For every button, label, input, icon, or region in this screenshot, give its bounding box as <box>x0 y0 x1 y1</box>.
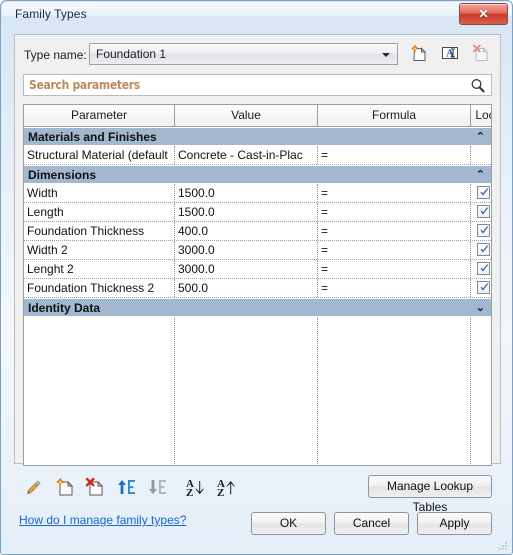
svg-text:Z: Z <box>217 487 224 499</box>
move-parameter-down-icon[interactable] <box>144 474 170 500</box>
window-title: Family Types <box>15 7 87 21</box>
lock-checkbox[interactable] <box>477 205 490 218</box>
cell-lock[interactable] <box>470 203 491 221</box>
manage-lookup-tables-button[interactable]: Manage Lookup Tables <box>368 475 492 514</box>
cell-parameter: Length <box>27 205 64 219</box>
sort-descending-icon[interactable]: A Z <box>182 474 208 500</box>
title-bar: Family Types ✕ <box>1 1 512 31</box>
cell-formula[interactable]: = <box>317 222 470 240</box>
rename-type-icon[interactable]: A <box>438 41 462 65</box>
column-divider <box>470 317 471 465</box>
cell-formula[interactable]: = <box>317 279 470 297</box>
group-name: Dimensions <box>28 168 97 182</box>
family-types-dialog: Family Types ✕ Type name: Foundation 1 A <box>0 0 513 555</box>
table-row[interactable]: Foundation Thickness 400.0 = <box>24 222 491 241</box>
help-link[interactable]: How do I manage family types? <box>19 513 186 527</box>
cell-formula[interactable]: = <box>317 146 470 164</box>
cell-formula[interactable]: = <box>317 184 470 202</box>
cell-value[interactable]: 1500.0 <box>174 184 317 202</box>
group-header-row[interactable]: Materials and Finishes ⌃ <box>24 127 491 146</box>
parameters-grid[interactable]: Parameter Value Formula Lock Materials a… <box>23 104 492 466</box>
cell-lock[interactable] <box>470 279 491 297</box>
cell-value[interactable]: 400.0 <box>174 222 317 240</box>
move-parameter-up-icon[interactable] <box>113 474 139 500</box>
chevron-down-icon <box>382 53 390 57</box>
type-name-combobox[interactable]: Foundation 1 <box>89 43 398 65</box>
table-row[interactable]: Length 1500.0 = <box>24 203 491 222</box>
column-header-value[interactable]: Value <box>174 105 317 126</box>
cancel-button[interactable]: Cancel <box>334 512 409 535</box>
type-name-label: Type name: <box>24 48 87 62</box>
apply-button[interactable]: Apply <box>417 512 492 535</box>
column-divider <box>174 317 175 465</box>
delete-type-icon[interactable] <box>469 41 493 65</box>
new-parameter-icon[interactable] <box>52 474 78 500</box>
cell-parameter: Structural Material (default <box>27 148 168 162</box>
lock-checkbox[interactable] <box>477 281 490 294</box>
group-name: Identity Data <box>28 301 101 315</box>
column-header-formula[interactable]: Formula <box>317 105 470 126</box>
edit-parameter-icon[interactable] <box>21 474 47 500</box>
column-header-lock[interactable]: Lock <box>470 105 491 126</box>
group-name: Materials and Finishes <box>28 130 157 144</box>
resize-grip[interactable] <box>496 539 508 551</box>
lock-checkbox[interactable] <box>477 186 490 199</box>
lock-checkbox[interactable] <box>477 262 490 275</box>
ok-button[interactable]: OK <box>251 512 326 535</box>
close-icon: ✕ <box>478 7 489 21</box>
cell-parameter: Width <box>27 186 58 200</box>
search-parameters-input[interactable]: Search parameters <box>23 74 492 96</box>
chevron-up-icon[interactable]: ⌃ <box>476 129 485 146</box>
close-button[interactable]: ✕ <box>459 3 508 25</box>
cell-parameter: Lenght 2 <box>27 262 74 276</box>
cell-value[interactable]: 1500.0 <box>174 203 317 221</box>
table-row[interactable]: Foundation Thickness 2 500.0 = <box>24 279 491 298</box>
cell-lock[interactable] <box>470 222 491 240</box>
search-icon[interactable] <box>469 77 487 95</box>
cell-lock[interactable] <box>470 241 491 259</box>
column-header-parameter[interactable]: Parameter <box>24 105 174 126</box>
column-divider <box>317 317 318 465</box>
sort-ascending-icon[interactable]: A Z <box>213 474 239 500</box>
cell-value[interactable]: 500.0 <box>174 279 317 297</box>
grid-empty-area[interactable] <box>24 317 491 465</box>
grid-header-row: Parameter Value Formula Lock <box>24 105 491 127</box>
cell-formula[interactable]: = <box>317 203 470 221</box>
delete-parameter-icon[interactable] <box>82 474 108 500</box>
cell-formula[interactable]: = <box>317 260 470 278</box>
group-header-row[interactable]: Identity Data ⌄ <box>24 298 491 317</box>
table-row[interactable]: Width 1500.0 = <box>24 184 491 203</box>
chevron-down-icon[interactable]: ⌄ <box>476 300 485 317</box>
table-row[interactable]: Structural Material (default Concrete - … <box>24 146 491 165</box>
search-placeholder: Search parameters <box>29 78 140 92</box>
lock-checkbox[interactable] <box>477 243 490 256</box>
cell-lock[interactable] <box>470 260 491 278</box>
table-row[interactable]: Lenght 2 3000.0 = <box>24 260 491 279</box>
cell-parameter: Foundation Thickness 2 <box>27 281 155 295</box>
cell-parameter: Foundation Thickness <box>27 224 145 238</box>
lock-checkbox[interactable] <box>477 224 490 237</box>
type-name-value: Foundation 1 <box>96 47 167 61</box>
svg-text:Z: Z <box>186 487 193 499</box>
cell-value[interactable]: 3000.0 <box>174 241 317 259</box>
cell-formula[interactable]: = <box>317 241 470 259</box>
cell-lock[interactable] <box>470 184 491 202</box>
group-header-row[interactable]: Dimensions ⌃ <box>24 165 491 184</box>
cell-lock[interactable] <box>470 146 491 164</box>
cell-value[interactable]: Concrete - Cast-in-Plac <box>174 146 317 164</box>
table-row[interactable]: Width 2 3000.0 = <box>24 241 491 260</box>
new-type-icon[interactable] <box>407 41 431 65</box>
chevron-up-icon[interactable]: ⌃ <box>476 167 485 184</box>
cell-value[interactable]: 3000.0 <box>174 260 317 278</box>
cell-parameter: Width 2 <box>27 243 68 257</box>
